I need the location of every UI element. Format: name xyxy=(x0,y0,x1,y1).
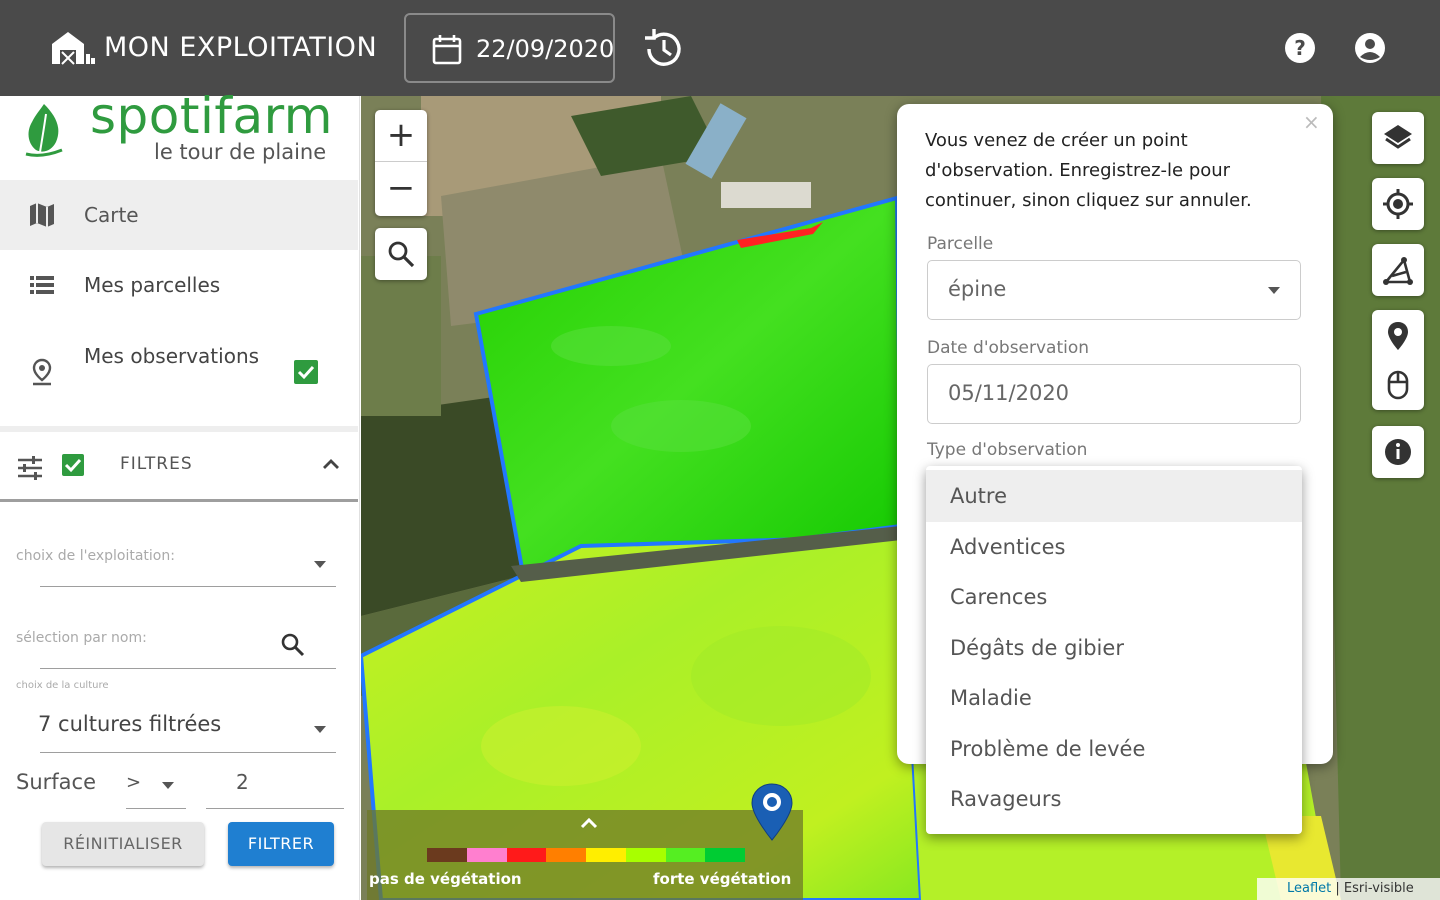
legend-swatch xyxy=(625,848,666,862)
surface-operator[interactable]: > xyxy=(126,772,141,793)
info-icon xyxy=(1385,439,1411,465)
name-search-input[interactable] xyxy=(40,668,336,669)
type-option[interactable]: Dégâts de gibier xyxy=(926,622,1302,674)
culture-select-value[interactable]: 7 cultures filtrées xyxy=(38,712,221,736)
close-icon[interactable]: × xyxy=(1303,110,1320,134)
chevron-up-icon[interactable] xyxy=(577,812,601,836)
type-option[interactable]: Problème de levée xyxy=(926,723,1302,775)
current-date: 22/09/2020 xyxy=(476,35,615,63)
type-option[interactable]: Maladie xyxy=(926,672,1302,724)
type-option[interactable]: Carences xyxy=(926,571,1302,623)
account-icon[interactable] xyxy=(1352,30,1388,66)
observations-checkbox[interactable] xyxy=(294,360,318,384)
legend-swatch xyxy=(546,848,586,862)
nav-item-observations[interactable]: Mes observations xyxy=(0,322,358,422)
layers-icon xyxy=(1384,125,1412,149)
type-option[interactable]: Adventices xyxy=(926,521,1302,573)
surface-value[interactable]: 2 xyxy=(236,770,249,794)
culture-select[interactable] xyxy=(40,752,336,753)
polygon-draw-icon xyxy=(1383,257,1413,285)
gps-target-icon xyxy=(1383,189,1413,219)
surface-label: Surface xyxy=(16,770,97,794)
legend-swatch xyxy=(427,848,467,862)
location-pin-icon xyxy=(32,358,52,386)
farm-title[interactable]: MON EXPLOITATION xyxy=(104,30,377,66)
list-icon xyxy=(30,276,54,294)
type-observation-dropdown: Autre Adventices Carences Dégâts de gibier M… xyxy=(926,466,1302,834)
date-observation-label: Date d'observation xyxy=(927,338,1090,358)
search-icon[interactable] xyxy=(280,632,306,658)
nav-item-carte[interactable]: Carte xyxy=(0,180,358,250)
map-search-button[interactable] xyxy=(375,228,427,280)
reset-button[interactable]: RÉINITIALISER xyxy=(42,822,204,866)
operator-select[interactable] xyxy=(126,808,186,809)
legend-swatch xyxy=(586,848,626,862)
filters-header[interactable]: FILTRES xyxy=(0,432,358,502)
type-option[interactable]: Autre xyxy=(926,470,1302,522)
exploitation-dropdown-arrow[interactable] xyxy=(314,561,326,568)
name-search-label: sélection par nom: xyxy=(16,630,147,646)
info-button[interactable] xyxy=(1372,426,1424,478)
locate-button[interactable] xyxy=(1372,178,1424,230)
help-icon[interactable]: ? xyxy=(1282,30,1318,66)
top-bar: MON EXPLOITATION 22/09/2020 ? xyxy=(0,0,1440,96)
logo-leaf-icon xyxy=(25,104,63,157)
legend-swatch xyxy=(506,848,547,862)
parcelle-label: Parcelle xyxy=(927,234,994,254)
culture-label: choix de la culture xyxy=(16,680,109,691)
observation-tools xyxy=(1372,310,1424,410)
legend-swatch xyxy=(665,848,706,862)
date-observation-value: 05/11/2020 xyxy=(948,381,1070,405)
type-observation-label: Type d'observation xyxy=(927,440,1088,460)
history-icon[interactable] xyxy=(640,26,686,72)
legend-low-label: pas de végétation xyxy=(369,870,522,888)
map-attribution: Leaflet | Esri-visible xyxy=(1257,878,1440,900)
filters-checkbox[interactable] xyxy=(62,454,84,476)
operator-dropdown-arrow[interactable] xyxy=(162,782,174,789)
chevron-up-icon[interactable] xyxy=(318,452,344,478)
legend-color-scale xyxy=(427,848,745,862)
search-icon xyxy=(388,241,415,268)
nav-carte-label: Carte xyxy=(84,203,139,227)
zoom-in-button[interactable]: + xyxy=(375,110,427,162)
parcelle-value: épine xyxy=(948,277,1007,301)
sidebar: spotifarm le tour de plaine Carte Mes pa… xyxy=(0,90,360,900)
filter-button[interactable]: FILTRER xyxy=(228,822,334,866)
tune-icon xyxy=(18,456,42,480)
layers-button[interactable] xyxy=(1372,112,1424,164)
legend-swatch xyxy=(466,848,507,862)
date-selector[interactable]: 22/09/2020 xyxy=(404,13,615,83)
legend-high-label: forte végétation xyxy=(653,870,792,888)
parcelle-select[interactable]: épine xyxy=(927,260,1301,320)
attribution-text: | Esri-visible xyxy=(1331,881,1414,896)
add-marker-icon[interactable] xyxy=(1382,320,1414,352)
nav-parcelles-label: Mes parcelles xyxy=(84,273,221,297)
svg-text:?: ? xyxy=(1294,36,1306,60)
filters-title: FILTRES xyxy=(120,454,193,474)
zoom-control: + − xyxy=(375,110,427,216)
farm-icon xyxy=(52,32,95,65)
calendar-icon xyxy=(432,35,462,65)
observation-marker-icon[interactable] xyxy=(749,782,795,844)
surface-input[interactable] xyxy=(206,808,344,809)
nav-item-parcelles[interactable]: Mes parcelles xyxy=(0,250,358,320)
popup-message: Vous venez de créer un point d'observati… xyxy=(925,130,1252,211)
map-icon xyxy=(30,203,54,227)
logo-subtitle: le tour de plaine xyxy=(154,140,327,164)
zoom-out-button[interactable]: − xyxy=(375,163,427,215)
draw-polygon-button[interactable] xyxy=(1372,244,1424,296)
exploitation-select[interactable] xyxy=(40,586,336,587)
nav-observations-label: Mes observations xyxy=(84,344,260,368)
culture-dropdown-arrow[interactable] xyxy=(314,726,326,733)
type-option[interactable]: Ravageurs xyxy=(926,773,1302,825)
legend-swatch xyxy=(705,848,745,862)
logo-name: spotifarm xyxy=(90,87,334,145)
leaflet-link[interactable]: Leaflet xyxy=(1287,881,1331,896)
mouse-icon[interactable] xyxy=(1382,368,1414,400)
app-root: MON EXPLOITATION 22/09/2020 ? spotifarm … xyxy=(0,0,1440,900)
vegetation-legend: pas de végétation forte végétation xyxy=(367,810,803,900)
exploitation-label: choix de l'exploitation: xyxy=(16,548,175,564)
date-observation-field[interactable]: 05/11/2020 xyxy=(927,364,1301,424)
chevron-down-icon xyxy=(1268,287,1280,294)
